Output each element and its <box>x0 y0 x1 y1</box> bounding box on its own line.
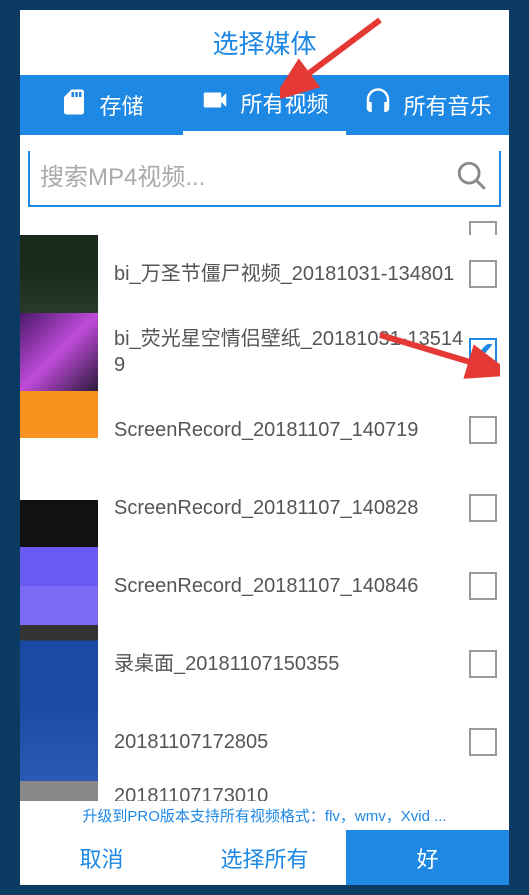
thumbnail <box>20 313 98 391</box>
tab-label: 所有音乐 <box>403 89 491 121</box>
tab-all-videos[interactable]: 所有视频 <box>183 75 346 135</box>
checkbox[interactable] <box>469 494 497 522</box>
item-title: ScreenRecord_20181107_140828 <box>114 495 469 521</box>
checkbox[interactable] <box>469 650 497 678</box>
list-item-partial <box>20 215 509 235</box>
item-title: ScreenRecord_20181107_140846 <box>114 573 469 599</box>
thumbnail <box>20 781 98 801</box>
item-title: 20181107173010 <box>114 781 497 801</box>
checkbox[interactable] <box>469 728 497 756</box>
checkbox[interactable] <box>469 260 497 288</box>
tab-bar: 存储 所有视频 所有音乐 <box>20 75 509 135</box>
upgrade-promo[interactable]: 升级到PRO版本支持所有视频格式：flv，wmv，Xvid ... <box>20 801 509 830</box>
tab-storage[interactable]: 存储 <box>20 75 183 135</box>
list-item[interactable]: bi_荧光星空情侣壁纸_20181031-135149 <box>20 313 509 391</box>
search-icon[interactable] <box>455 159 489 198</box>
list-item[interactable]: 录桌面_20181107150355 <box>20 625 509 703</box>
thumbnail <box>20 235 98 313</box>
list-item[interactable]: 20181107173010 <box>20 781 509 801</box>
item-title: bi_万圣节僵尸视频_20181031-134801 <box>114 261 469 287</box>
tab-all-music[interactable]: 所有音乐 <box>346 75 509 135</box>
media-list[interactable]: bi_万圣节僵尸视频_20181031-134801 bi_荧光星空情侣壁纸_2… <box>20 215 509 801</box>
select-all-button[interactable]: 选择所有 <box>183 830 346 885</box>
checkbox[interactable] <box>469 572 497 600</box>
thumbnail <box>20 469 98 547</box>
ok-button[interactable]: 好 <box>346 830 509 885</box>
tab-label: 存储 <box>99 89 143 121</box>
search-field-wrap <box>28 151 501 207</box>
video-camera-icon <box>200 85 230 121</box>
sd-card-icon <box>59 87 89 123</box>
tab-label: 所有视频 <box>240 87 328 119</box>
checkbox[interactable] <box>469 338 497 366</box>
dialog-title: 选择媒体 <box>20 10 509 75</box>
thumbnail <box>20 625 98 703</box>
checkbox[interactable] <box>469 221 497 235</box>
cancel-button[interactable]: 取消 <box>20 830 183 885</box>
list-item[interactable]: 20181107172805 <box>20 703 509 781</box>
footer-bar: 取消 选择所有 好 <box>20 830 509 885</box>
thumbnail <box>20 703 98 781</box>
media-picker-dialog: 选择媒体 存储 所有视频 所有音乐 <box>20 10 509 885</box>
checkbox[interactable] <box>469 416 497 444</box>
list-item[interactable]: ScreenRecord_20181107_140719 <box>20 391 509 469</box>
list-item[interactable]: ScreenRecord_20181107_140846 <box>20 547 509 625</box>
item-title: 20181107172805 <box>114 729 469 755</box>
item-title: ScreenRecord_20181107_140719 <box>114 417 469 443</box>
item-title: bi_荧光星空情侣壁纸_20181031-135149 <box>114 326 469 378</box>
search-input[interactable] <box>40 164 455 192</box>
item-title: 录桌面_20181107150355 <box>114 651 469 677</box>
thumbnail <box>20 547 98 625</box>
list-item[interactable]: bi_万圣节僵尸视频_20181031-134801 <box>20 235 509 313</box>
thumbnail <box>20 391 98 469</box>
headphones-icon <box>363 87 393 123</box>
list-item[interactable]: ScreenRecord_20181107_140828 <box>20 469 509 547</box>
